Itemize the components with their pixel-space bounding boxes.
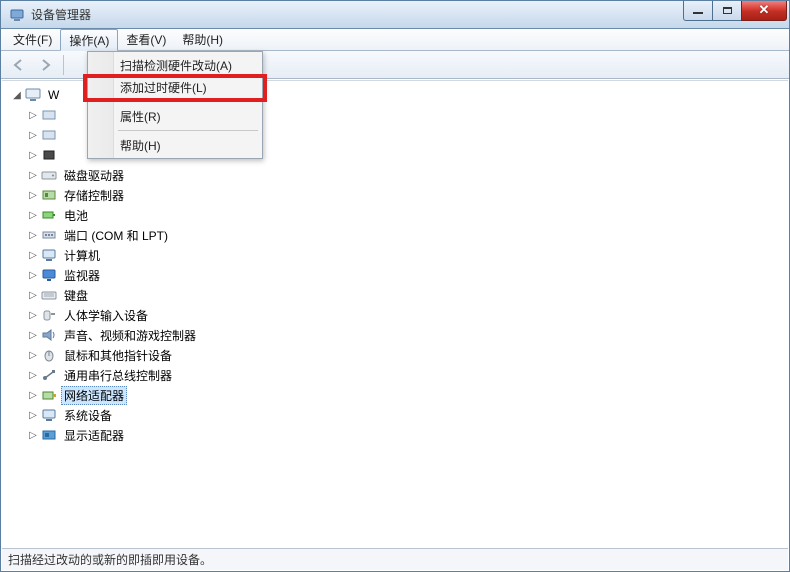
tree-item-computer[interactable]: ▷ 计算机: [26, 245, 788, 265]
menu-scan-hardware-changes[interactable]: 扫描检测硬件改动(A): [90, 54, 260, 76]
menu-separator: [118, 101, 258, 102]
storage-controller-icon: [40, 187, 58, 203]
menu-item-label: 扫描检测硬件改动(A): [120, 57, 232, 74]
tree-item-label: 磁盘驱动器: [61, 166, 127, 185]
tree-item-keyboards[interactable]: ▷ 键盘: [26, 285, 788, 305]
network-adapter-icon: [40, 387, 58, 403]
tree-item-label: 鼠标和其他指针设备: [61, 346, 175, 365]
expand-icon[interactable]: ▷: [26, 128, 40, 142]
tree-item-sound[interactable]: ▷ 声音、视频和游戏控制器: [26, 325, 788, 345]
expand-icon[interactable]: ▷: [26, 208, 40, 222]
menu-item-label: 帮助(H): [120, 137, 161, 154]
expand-icon[interactable]: ▷: [26, 188, 40, 202]
expand-icon[interactable]: ▷: [26, 328, 40, 342]
tree-item-system-devices[interactable]: ▷ 系统设备: [26, 405, 788, 425]
expand-icon[interactable]: ▷: [26, 308, 40, 322]
menu-bar: 文件(F) 操作(A) 查看(V) 帮助(H): [1, 29, 789, 51]
device-icon: [40, 127, 58, 143]
device-icon: [40, 107, 58, 123]
expand-icon[interactable]: ▷: [26, 428, 40, 442]
expand-icon[interactable]: ▷: [26, 288, 40, 302]
title-bar: 设备管理器 ✕: [1, 1, 789, 29]
battery-icon: [40, 207, 58, 223]
keyboard-icon: [40, 287, 58, 303]
disk-drive-icon: [40, 167, 58, 183]
collapse-icon[interactable]: ◢: [10, 88, 24, 102]
hid-icon: [40, 307, 58, 323]
maximize-button[interactable]: [712, 1, 742, 21]
tree-item-batteries[interactable]: ▷ 电池: [26, 205, 788, 225]
status-bar: 扫描经过改动的或新的即插即用设备。: [2, 548, 788, 570]
tree-item-hid[interactable]: ▷ 人体学输入设备: [26, 305, 788, 325]
expand-icon[interactable]: ▷: [26, 368, 40, 382]
tree-item-storage-controllers[interactable]: ▷ 存储控制器: [26, 185, 788, 205]
processor-icon: [40, 147, 58, 163]
forward-button[interactable]: [33, 54, 57, 76]
tree-item-label: 通用串行总线控制器: [61, 366, 175, 385]
tree-item-monitors[interactable]: ▷ 监视器: [26, 265, 788, 285]
tree-item-network-adapters[interactable]: ▷ 网络适配器: [26, 385, 788, 405]
menu-item-label: 添加过时硬件(L): [120, 79, 207, 96]
tree-item-label: 计算机: [61, 246, 103, 265]
menu-properties[interactable]: 属性(R): [90, 105, 260, 127]
expand-icon[interactable]: ▷: [26, 408, 40, 422]
expand-icon[interactable]: ▷: [26, 108, 40, 122]
tree-item-label: 人体学输入设备: [61, 306, 151, 325]
monitor-icon: [40, 267, 58, 283]
expand-icon[interactable]: ▷: [26, 168, 40, 182]
tree-item-label: 电池: [61, 206, 91, 225]
display-adapter-icon: [40, 427, 58, 443]
sound-icon: [40, 327, 58, 343]
tree-item-display-adapters[interactable]: ▷ 显示适配器: [26, 425, 788, 445]
tree-item-ports[interactable]: ▷ 端口 (COM 和 LPT): [26, 225, 788, 245]
expand-icon[interactable]: ▷: [26, 248, 40, 262]
tree-item-label: 网络适配器: [61, 386, 127, 405]
usb-icon: [40, 367, 58, 383]
menu-help[interactable]: 帮助(H): [90, 134, 260, 156]
menu-action[interactable]: 操作(A): [60, 29, 118, 51]
system-device-icon: [40, 407, 58, 423]
window-title: 设备管理器: [31, 6, 684, 23]
tree-root-label: W: [45, 87, 62, 103]
tree-item-label: 系统设备: [61, 406, 115, 425]
tree-item-label: 显示适配器: [61, 426, 127, 445]
close-button[interactable]: ✕: [741, 1, 787, 21]
menu-add-legacy-hardware[interactable]: 添加过时硬件(L): [90, 76, 260, 98]
back-button[interactable]: [7, 54, 31, 76]
menu-file[interactable]: 文件(F): [5, 29, 60, 50]
menu-help[interactable]: 帮助(H): [174, 29, 231, 50]
tree-item-label: 声音、视频和游戏控制器: [61, 326, 199, 345]
expand-icon[interactable]: ▷: [26, 228, 40, 242]
app-icon: [9, 7, 25, 23]
tree-item-label: 存储控制器: [61, 186, 127, 205]
computer-icon: [24, 87, 42, 103]
expand-icon[interactable]: ▷: [26, 148, 40, 162]
tree-item-usb[interactable]: ▷ 通用串行总线控制器: [26, 365, 788, 385]
status-text: 扫描经过改动的或新的即插即用设备。: [8, 551, 212, 568]
menu-view[interactable]: 查看(V): [118, 29, 174, 50]
tree-item-label: 监视器: [61, 266, 103, 285]
action-menu-dropdown: 扫描检测硬件改动(A) 添加过时硬件(L) 属性(R) 帮助(H): [87, 51, 263, 159]
tree-item-label: 键盘: [61, 286, 91, 305]
window-controls: ✕: [684, 1, 787, 21]
tree-item-mice[interactable]: ▷ 鼠标和其他指针设备: [26, 345, 788, 365]
expand-icon[interactable]: ▷: [26, 348, 40, 362]
toolbar-separator: [63, 55, 64, 75]
mouse-icon: [40, 347, 58, 363]
menu-item-label: 属性(R): [120, 108, 161, 125]
tree-item-disk-drives[interactable]: ▷ 磁盘驱动器: [26, 165, 788, 185]
port-icon: [40, 227, 58, 243]
tree-item-label: 端口 (COM 和 LPT): [61, 226, 171, 245]
computer-icon: [40, 247, 58, 263]
expand-icon[interactable]: ▷: [26, 268, 40, 282]
menu-separator: [118, 130, 258, 131]
expand-icon[interactable]: ▷: [26, 388, 40, 402]
minimize-button[interactable]: [683, 1, 713, 21]
